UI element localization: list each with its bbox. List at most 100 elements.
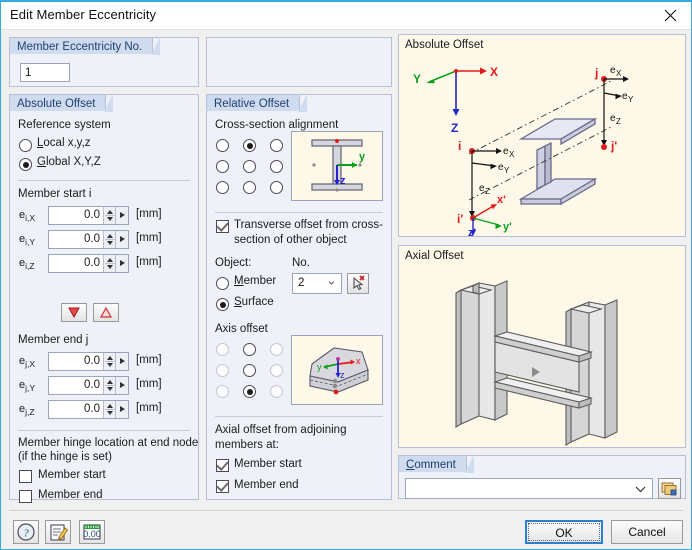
eccentricity-no-input[interactable] [20,63,70,82]
axial-offset-graphic: Axial Offset [398,245,686,448]
expand-ejx[interactable] [115,353,128,370]
svg-text:z: z [340,370,345,380]
expand-ejy[interactable] [115,377,128,394]
svg-text:x': x' [497,194,506,206]
svg-text:z: z [340,175,346,187]
hinge-label-line2: (if the hinge is set) [18,451,112,463]
svg-text:Y: Y [504,166,510,175]
unit-eiz: [mm] [136,256,162,268]
expand-eiy[interactable] [115,231,128,248]
radio-object-member[interactable] [216,277,229,290]
input-eiz-value: 0.0 [84,257,100,269]
transverse-offset-label-line2: section of other object [234,234,347,246]
unit-ejz: [mm] [136,402,162,414]
axial-offset-label-line1: Axial offset from adjoining [215,424,347,436]
edit-note-icon[interactable] [45,520,71,544]
cancel-button[interactable]: Cancel [611,520,683,544]
relative-offset-header: Relative Offset [206,94,308,112]
svg-text:z': z' [468,227,477,236]
title-bar: Edit Member Eccentricity [1,2,691,30]
svg-text:y: y [317,362,322,372]
checkbox-transverse-offset[interactable] [216,220,229,233]
cross-section-alignment-label: Cross-section alignment [215,119,339,131]
input-eix-value: 0.0 [84,209,100,221]
member-end-label: Member end j [18,334,89,346]
svg-text:i: i [458,139,461,153]
svg-text:j': j' [610,139,617,153]
alignment-radio-r2c0[interactable] [216,181,229,194]
input-eiy-value: 0.0 [84,233,100,245]
axis-offset-radio-r1c1[interactable] [243,364,256,377]
radio-object-member-label: Member [234,275,277,287]
alignment-radio-r1c1[interactable] [243,160,256,173]
alignment-radio-r1c0[interactable] [216,160,229,173]
input-ejx[interactable]: 0.0 [48,352,129,371]
alignment-radio-r2c2[interactable] [270,181,283,194]
field-label-eix: ei,X [19,209,36,224]
svg-text:y: y [359,151,366,163]
expand-eix[interactable] [115,207,128,224]
cross-section-preview: y z [291,131,383,201]
checkbox-hinge-member-end[interactable] [19,490,32,503]
input-eiy[interactable]: 0.0 [48,230,129,249]
axis-offset-radio-r2c1[interactable] [243,385,256,398]
input-ejz[interactable]: 0.0 [48,400,129,419]
close-icon[interactable] [649,2,691,28]
checkbox-axial-member-start[interactable] [216,459,229,472]
field-label-ejy: ej,Y [19,379,36,394]
input-ejy[interactable]: 0.0 [48,376,129,395]
transfer-down-button[interactable] [61,303,87,322]
comment-group: Comment [398,455,686,499]
checkbox-axial-member-end-label: Member end [234,479,299,491]
object-no-combo[interactable]: 2 [292,273,342,294]
units-decimals-icon[interactable]: 0.00 [79,520,105,544]
alignment-radio-r2c1[interactable] [243,181,256,194]
svg-text:Z: Z [485,187,490,196]
svg-text:y': y' [503,221,512,233]
axis-offset-label: Axis offset [215,323,268,335]
checkbox-axial-member-end[interactable] [216,480,229,493]
comment-library-button[interactable] [658,478,681,499]
input-eix[interactable]: 0.0 [48,206,129,225]
alignment-radio-r0c2[interactable] [270,139,283,152]
radio-object-surface-label: Surface [234,296,274,308]
hinge-label-line1: Member hinge location at end node [18,437,199,449]
comment-combo[interactable] [405,478,653,499]
help-icon[interactable]: ? [13,520,39,544]
checkbox-hinge-member-start-label: Member start [38,469,106,481]
input-eiz[interactable]: 0.0 [48,254,129,273]
radio-object-surface[interactable] [216,298,229,311]
dialog-title: Edit Member Eccentricity [10,7,157,22]
input-ejz-value: 0.0 [84,403,100,415]
svg-text:Z: Z [616,117,621,126]
expand-eiz[interactable] [115,255,128,272]
object-label: Object: [215,257,252,269]
alignment-radio-r1c2[interactable] [270,160,283,173]
axis-offset-radio-r0c2 [270,343,283,356]
alignment-radio-r0c0[interactable] [216,139,229,152]
radio-global-xyz[interactable] [19,158,32,171]
expand-ejz[interactable] [115,401,128,418]
unit-eix: [mm] [136,208,162,220]
pick-object-button[interactable] [347,273,369,294]
checkbox-axial-member-start-label: Member start [234,458,302,470]
field-label-ejx: ej,X [19,355,36,370]
radio-local-xyz[interactable] [19,139,32,152]
svg-text:Z: Z [451,121,458,135]
transfer-up-button[interactable] [93,303,119,322]
alignment-radio-r0c1[interactable] [243,139,256,152]
object-no-value: 2 [298,277,305,289]
dialog-window: Edit Member Eccentricity Member Eccentri… [0,0,692,550]
axis-offset-radio-r0c1[interactable] [243,343,256,356]
axial-offset-graphic-title: Axial Offset [405,250,464,262]
svg-text:x: x [356,356,361,366]
ok-button-label: OK [528,523,600,541]
ok-button[interactable]: OK [525,520,603,544]
checkbox-hinge-member-start[interactable] [19,470,32,483]
radio-global-xyz-label: Global X,Y,Z [37,156,101,168]
divider-1 [18,180,190,181]
divider-3 [215,212,383,213]
svg-text:X: X [616,69,622,78]
svg-text:Y: Y [413,72,421,86]
axial-offset-label-line2: members at: [215,439,279,451]
